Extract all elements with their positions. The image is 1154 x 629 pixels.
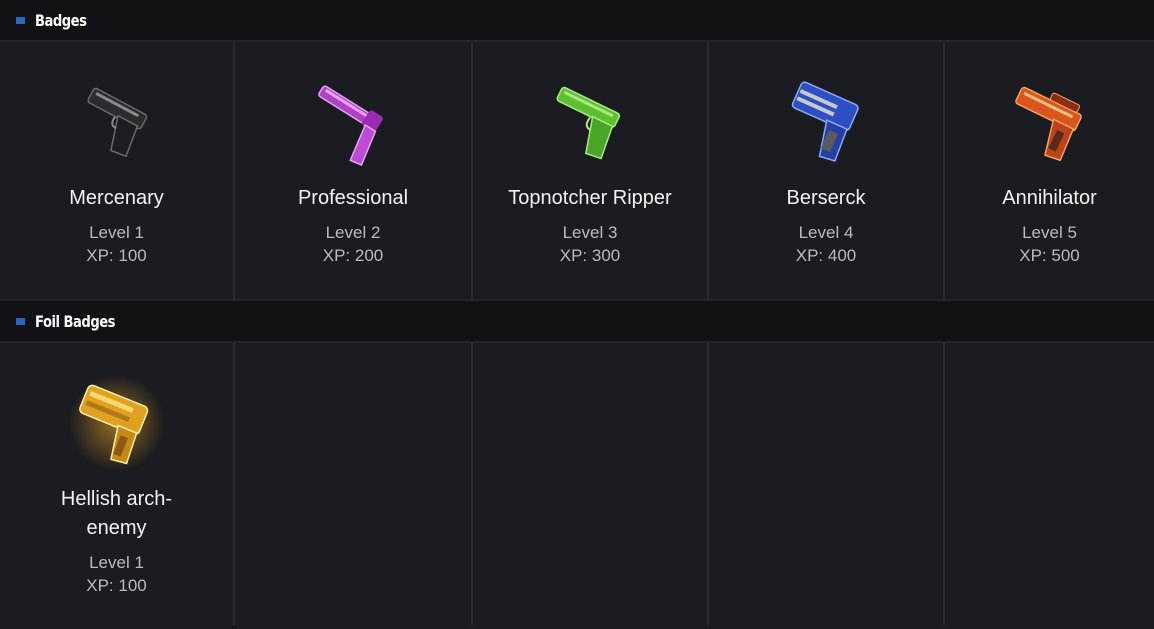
badge-xp: XP: 400 [795, 246, 857, 265]
badges-grid: Mercenary Level 1 XP: 100 Professional L… [0, 42, 1154, 301]
badges-section-header: Badges [0, 0, 1154, 42]
blue-pistol-icon [791, 81, 859, 162]
orange-pistol-icon [1014, 86, 1082, 162]
badge-name: Annihilator [1002, 187, 1097, 209]
badge-level: Level 2 [325, 223, 381, 242]
black-pistol-icon [86, 87, 147, 158]
badge-card[interactable]: Hellish arch-enemy Level 1 XP: 100 [0, 343, 235, 625]
section-title: Badges [35, 10, 87, 30]
badge-name: Hellish arch-enemy [60, 488, 173, 539]
badge-name: Topnotcher Ripper [508, 187, 672, 209]
badge-xp: XP: 500 [1019, 246, 1080, 265]
badge-name: Berserck [786, 187, 866, 209]
badge-level: Level 5 [1022, 223, 1077, 242]
foil-badges-grid: Hellish arch-enemy Level 1 XP: 100 [0, 343, 1154, 625]
empty-badge-slot [473, 343, 709, 625]
badge-level: Level 4 [798, 223, 854, 242]
purple-revolver-icon [318, 85, 383, 167]
badge-card[interactable]: Berserck Level 4 XP: 400 [709, 42, 945, 299]
badge-xp: XP: 300 [559, 246, 621, 265]
badge-level: Level 3 [562, 223, 618, 242]
badge-name: Professional [297, 187, 409, 209]
empty-badge-slot [235, 343, 473, 625]
badge-card[interactable]: Mercenary Level 1 XP: 100 [0, 42, 235, 299]
badge-card[interactable]: Topnotcher Ripper Level 3 XP: 300 [473, 42, 709, 299]
foil-badges-section-header: Foil Badges [0, 301, 1154, 343]
section-bullet [16, 16, 25, 24]
green-pistol-icon [556, 86, 621, 160]
section-bullet [16, 317, 25, 325]
section-title: Foil Badges [35, 311, 115, 331]
empty-badge-slot [945, 343, 1154, 625]
badge-level: Level 1 [89, 553, 144, 572]
badge-card[interactable]: Annihilator Level 5 XP: 500 [945, 42, 1154, 299]
badge-xp: XP: 200 [322, 246, 384, 265]
empty-badge-slot [709, 343, 945, 625]
badge-xp: XP: 100 [86, 246, 147, 265]
gold-pistol-icon [68, 375, 165, 471]
badge-xp: XP: 100 [86, 576, 147, 595]
badge-level: Level 1 [89, 223, 144, 242]
badge-card[interactable]: Professional Level 2 XP: 200 [235, 42, 473, 299]
badge-name: Mercenary [69, 187, 164, 209]
